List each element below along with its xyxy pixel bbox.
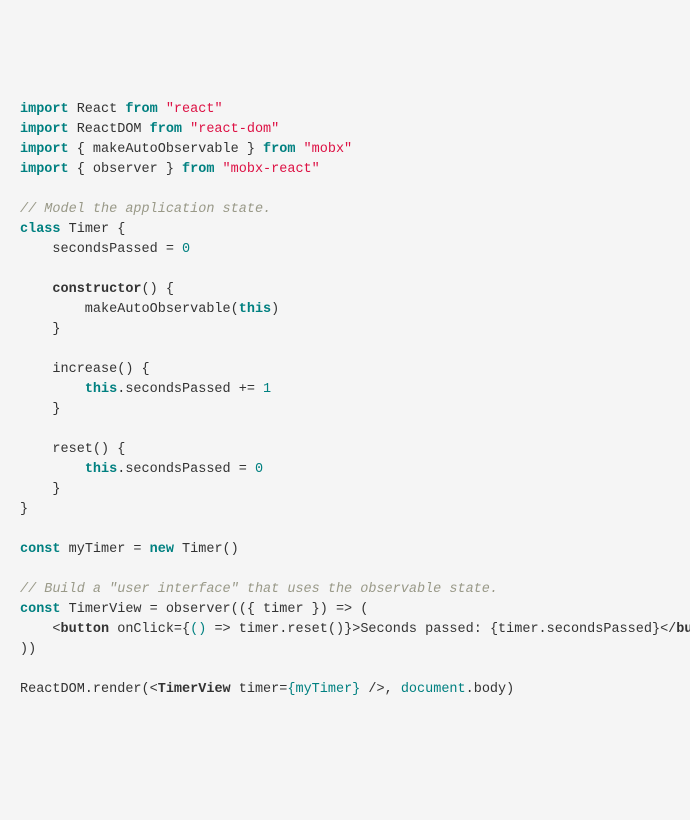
line: import { observer } from "mobx-react" xyxy=(20,162,320,177)
line: this.secondsPassed += 1 xyxy=(20,382,271,397)
line: } xyxy=(20,402,61,417)
line: const myTimer = new Timer() xyxy=(20,542,239,557)
line: constructor() { xyxy=(20,282,174,297)
line: class Timer { xyxy=(20,222,125,237)
line: reset() { xyxy=(20,442,125,457)
line: } xyxy=(20,482,61,497)
comment: // Build a "user interface" that uses th… xyxy=(20,582,498,597)
line: makeAutoObservable(this) xyxy=(20,302,279,317)
line: import ReactDOM from "react-dom" xyxy=(20,122,279,137)
line: const TimerView = observer(({ timer }) =… xyxy=(20,602,368,617)
line: )) xyxy=(20,642,36,657)
line: this.secondsPassed = 0 xyxy=(20,462,263,477)
line: <button onClick={() => timer.reset()}>Se… xyxy=(20,622,690,637)
code-block: import React from "react" import ReactDO… xyxy=(20,100,670,700)
line: increase() { xyxy=(20,362,150,377)
line: secondsPassed = 0 xyxy=(20,242,190,257)
line: } xyxy=(20,322,61,337)
line: } xyxy=(20,502,28,517)
line: ReactDOM.render(<TimerView timer={myTime… xyxy=(20,682,514,697)
line: import React from "react" xyxy=(20,102,223,117)
line: import { makeAutoObservable } from "mobx… xyxy=(20,142,352,157)
comment: // Model the application state. xyxy=(20,202,271,217)
